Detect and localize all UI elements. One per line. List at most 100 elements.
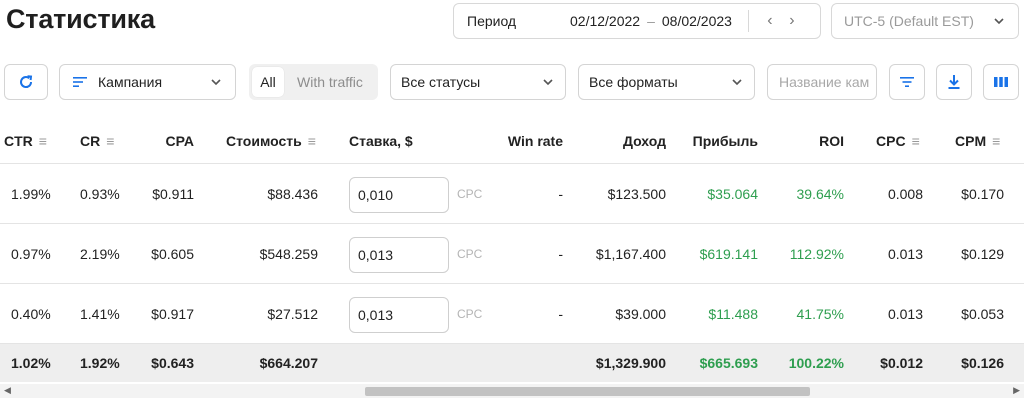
bid-type-label: CPC bbox=[457, 186, 483, 201]
traffic-segmented-control[interactable]: All With traffic bbox=[249, 64, 378, 100]
cell-profit: $11.488 bbox=[708, 305, 758, 322]
column-header-cr[interactable]: CR ≡ bbox=[80, 118, 114, 163]
prev-period-icon[interactable]: ‹ bbox=[759, 12, 781, 30]
scrollbar-thumb[interactable] bbox=[365, 387, 810, 396]
column-header-winrate[interactable]: Win rate bbox=[480, 118, 563, 163]
total-roi: 100.22% bbox=[788, 355, 844, 371]
total-income: $1,329.900 bbox=[595, 355, 666, 371]
page-title: Статистика bbox=[6, 4, 155, 34]
bid-input[interactable]: 0,013 bbox=[349, 237, 449, 273]
total-cpc: $0.012 bbox=[880, 355, 923, 371]
header-label: Доход bbox=[622, 132, 666, 149]
timezone-select[interactable]: UTC-5 (Default EST) bbox=[831, 3, 1019, 39]
segment-with-traffic[interactable]: With traffic bbox=[284, 74, 363, 90]
header-label: Прибыль bbox=[692, 132, 758, 149]
column-header-roi[interactable]: ROI bbox=[770, 118, 844, 163]
horizontal-scrollbar[interactable]: ◀ ▶ bbox=[0, 384, 1024, 398]
cell-income: $39.000 bbox=[615, 305, 666, 322]
campaign-label: Кампания bbox=[98, 74, 163, 90]
chevron-down-icon bbox=[732, 79, 742, 86]
bid-input[interactable]: 0,010 bbox=[349, 177, 449, 213]
columns-icon bbox=[994, 77, 1008, 87]
column-header-cpa[interactable]: CPA bbox=[140, 118, 194, 163]
header-label: Стоимость bbox=[226, 132, 302, 149]
cell-roi: 41.75% bbox=[796, 305, 844, 322]
cell-cost: $88.436 bbox=[267, 185, 318, 202]
cell-cpa: $0.911 bbox=[152, 185, 194, 202]
column-header-bid[interactable]: Ставка, $ bbox=[349, 118, 413, 163]
sort-icon[interactable]: ≡ bbox=[106, 133, 114, 149]
scroll-right-icon[interactable]: ▶ bbox=[1013, 385, 1020, 396]
cell-ctr: 1.99% bbox=[11, 185, 51, 202]
column-header-profit[interactable]: Прибыль bbox=[676, 118, 758, 163]
cell-winrate: - bbox=[558, 185, 563, 202]
sort-icon[interactable]: ≡ bbox=[308, 133, 316, 149]
cell-winrate: - bbox=[558, 245, 563, 262]
status-select[interactable]: Все статусы bbox=[390, 64, 566, 100]
bid-input[interactable]: 0,013 bbox=[349, 297, 449, 333]
period-picker[interactable]: Период 02/12/2022 – 08/02/2023 ‹ › bbox=[453, 3, 821, 39]
cell-income: $1,167.400 bbox=[595, 245, 666, 262]
cell-cpc: 0.013 bbox=[887, 245, 923, 262]
sort-icon[interactable]: ≡ bbox=[912, 133, 920, 149]
sort-icon[interactable]: ≡ bbox=[992, 133, 1000, 149]
header-label: CPC bbox=[876, 132, 906, 149]
cell-ctr: 0.97% bbox=[11, 245, 51, 262]
column-header-ctr[interactable]: CTR ≡ bbox=[4, 118, 47, 163]
total-cr: 1.92% bbox=[80, 355, 120, 371]
header-label: ROI bbox=[819, 132, 844, 149]
column-header-cpc[interactable]: CPC ≡ bbox=[876, 118, 920, 163]
cell-cpa: $0.605 bbox=[151, 245, 194, 262]
cell-cpm: $0.170 bbox=[961, 185, 1004, 202]
sort-icon[interactable]: ≡ bbox=[39, 133, 47, 149]
cell-winrate: - bbox=[558, 305, 563, 322]
totals-row: 1.02% 1.92% $0.643 $664.207 $1,329.900 $… bbox=[0, 344, 1024, 382]
chevron-down-icon bbox=[994, 18, 1004, 25]
header-label: Win rate bbox=[507, 132, 563, 149]
cell-cr: 0.93% bbox=[80, 185, 120, 202]
table-row: 0.97% 2.19% $0.605 $548.259 0,013 CPC - … bbox=[0, 224, 1024, 284]
cell-ctr: 0.40% bbox=[11, 305, 51, 322]
column-header-income[interactable]: Доход bbox=[580, 118, 666, 163]
cell-cpm: $0.129 bbox=[961, 245, 1004, 262]
status-label: Все статусы bbox=[401, 74, 481, 90]
total-profit: $665.693 bbox=[699, 355, 758, 371]
period-label: Период bbox=[467, 13, 517, 29]
sort-lines-icon bbox=[73, 77, 87, 87]
period-dash: – bbox=[647, 13, 655, 29]
period-to-date[interactable]: 08/02/2023 bbox=[662, 13, 732, 29]
cell-cost: $27.512 bbox=[267, 305, 318, 322]
total-ctr: 1.02% bbox=[11, 355, 51, 371]
next-period-icon[interactable]: › bbox=[781, 12, 803, 30]
campaign-name-search-input[interactable]: Название кам bbox=[767, 64, 877, 100]
total-cost: $664.207 bbox=[259, 355, 318, 371]
scroll-left-icon[interactable]: ◀ bbox=[4, 385, 11, 396]
cell-roi: 39.64% bbox=[796, 185, 844, 202]
cell-profit: $619.141 bbox=[699, 245, 758, 262]
column-header-cost[interactable]: Стоимость ≡ bbox=[226, 118, 316, 163]
campaign-select[interactable]: Кампания bbox=[59, 64, 236, 100]
download-button[interactable] bbox=[936, 64, 972, 100]
timezone-value: UTC-5 (Default EST) bbox=[844, 13, 974, 29]
search-placeholder: Название кам bbox=[779, 74, 870, 90]
column-header-cpm[interactable]: CPM ≡ bbox=[955, 118, 1000, 163]
chevron-down-icon bbox=[543, 79, 553, 86]
table-header: CTR ≡ CR ≡ CPA Стоимость ≡ Ставка, $ Win ra… bbox=[0, 118, 1024, 164]
header-label: CPM bbox=[955, 132, 987, 149]
filter-button[interactable] bbox=[889, 64, 925, 100]
bid-type-label: CPC bbox=[457, 306, 483, 321]
chevron-down-icon bbox=[211, 79, 221, 86]
refresh-button[interactable] bbox=[4, 64, 48, 100]
segment-all[interactable]: All bbox=[252, 67, 284, 97]
header-label: CR bbox=[80, 132, 101, 149]
download-icon bbox=[948, 75, 960, 89]
formats-select[interactable]: Все форматы bbox=[578, 64, 755, 100]
table-row: 1.99% 0.93% $0.911 $88.436 0,010 CPC - $… bbox=[0, 164, 1024, 224]
table-row: 0.40% 1.41% $0.917 $27.512 0,013 CPC - $… bbox=[0, 284, 1024, 344]
filter-icon bbox=[900, 77, 914, 87]
cell-cpm: $0.053 bbox=[961, 305, 1004, 322]
period-from-date[interactable]: 02/12/2022 bbox=[570, 13, 640, 29]
header-label: CTR bbox=[4, 132, 33, 149]
cell-profit: $35.064 bbox=[707, 185, 758, 202]
columns-button[interactable] bbox=[983, 64, 1019, 100]
